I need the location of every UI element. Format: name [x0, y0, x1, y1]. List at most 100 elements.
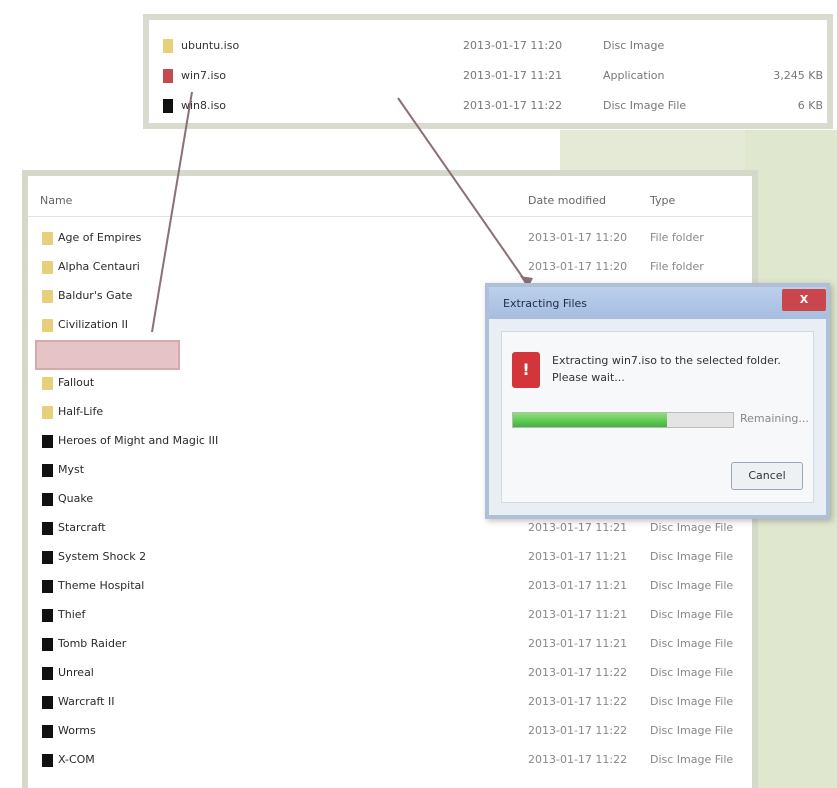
item-name: Tomb Raider: [58, 637, 127, 650]
item-type: Disc Image File: [650, 666, 734, 679]
item-name: Starcraft: [58, 521, 106, 534]
file-row[interactable]: win8.iso 2013-01-17 11:22 Disc Image Fil…: [163, 96, 823, 116]
item-type: File folder: [650, 231, 704, 244]
item-name: Half-Life: [58, 405, 104, 418]
folder-icon: [42, 290, 53, 303]
item-name: Warcraft II: [58, 695, 115, 708]
dialog-title: Extracting Files: [503, 297, 588, 310]
file-name: win7.iso: [181, 69, 227, 82]
folder-icon: [42, 261, 53, 274]
item-name: Worms: [58, 724, 96, 737]
item-type: Disc Image File: [650, 579, 734, 592]
item-type: Disc Image File: [650, 521, 734, 534]
file-icon: [42, 696, 53, 709]
file-row[interactable]: win7.iso 2013-01-17 11:21 Application 3,…: [163, 66, 823, 86]
file-icon: [42, 754, 53, 767]
file-date: 2013-01-17 11:20: [463, 39, 563, 52]
item-type: Disc Image File: [650, 724, 734, 737]
file-icon: [42, 638, 53, 651]
item-date: 2013-01-17 11:20: [528, 231, 628, 244]
file-icon: [42, 435, 53, 448]
item-type: Disc Image File: [650, 608, 734, 621]
item-date: 2013-01-17 11:21: [528, 521, 628, 534]
item-date: 2013-01-17 11:22: [528, 724, 628, 737]
file-size: 3,245 KB: [773, 69, 823, 82]
list-item[interactable]: Starcraft 2013-01-17 11:21 Disc Image File: [42, 516, 742, 542]
file-icon: [42, 667, 53, 680]
file-icon: [42, 609, 53, 622]
item-name: Thief: [58, 608, 86, 621]
file-icon: [42, 493, 53, 506]
item-date: 2013-01-17 11:21: [528, 637, 628, 650]
item-name: Unreal: [58, 666, 94, 679]
item-date: 2013-01-17 11:21: [528, 550, 628, 563]
close-icon[interactable]: X: [782, 289, 826, 311]
dialog-message: Extracting win7.iso to the selected fold…: [552, 354, 781, 384]
folder-icon: [42, 377, 53, 390]
item-date: 2013-01-17 11:20: [528, 260, 628, 273]
item-name: Civilization II: [58, 318, 128, 331]
file-icon: [42, 725, 53, 738]
item-name: Quake: [58, 492, 94, 505]
file-date: 2013-01-17 11:22: [463, 99, 563, 112]
item-type: File folder: [650, 260, 704, 273]
item-name: Fallout: [58, 376, 95, 389]
file-strip: ubuntu.iso 2013-01-17 11:20 Disc Image w…: [143, 14, 833, 129]
list-item[interactable]: Worms 2013-01-17 11:22 Disc Image File: [42, 719, 742, 745]
folder-icon: [42, 319, 53, 332]
selected-item-highlight[interactable]: [35, 340, 180, 370]
warning-icon: !: [512, 352, 540, 388]
folder-icon: [42, 406, 53, 419]
dialog-titlebar[interactable]: Extracting Files X: [489, 287, 826, 319]
file-type: Disc Image: [603, 39, 665, 52]
column-header: Name Date modified Type: [28, 176, 752, 217]
item-date: 2013-01-17 11:21: [528, 579, 628, 592]
file-name: ubuntu.iso: [181, 39, 240, 52]
file-icon: [42, 522, 53, 535]
file-icon: [163, 39, 173, 53]
item-name: Heroes of Might and Magic III: [58, 434, 219, 447]
file-icon: [42, 464, 53, 477]
extract-progress-dialog: Extracting Files X ! Extracting win7.iso…: [485, 283, 830, 519]
item-type: Disc Image File: [650, 695, 734, 708]
list-item[interactable]: System Shock 2 2013-01-17 11:21 Disc Image…: [42, 545, 742, 571]
list-item[interactable]: Warcraft II 2013-01-17 11:22 Disc Image Fi…: [42, 690, 742, 716]
item-name: Alpha Centauri: [58, 260, 140, 273]
dialog-body: ! Extracting win7.iso to the selected fo…: [501, 331, 814, 503]
list-item[interactable]: X-COM 2013-01-17 11:22 Disc Image File: [42, 748, 742, 774]
item-name: System Shock 2: [58, 550, 147, 563]
list-item[interactable]: Tomb Raider 2013-01-17 11:21 Disc Image Fi…: [42, 632, 742, 658]
column-type[interactable]: Type: [650, 194, 675, 207]
folder-icon: [42, 232, 53, 245]
column-date[interactable]: Date modified: [528, 194, 606, 207]
item-name: Age of Empires: [58, 231, 142, 244]
file-row[interactable]: ubuntu.iso 2013-01-17 11:20 Disc Image: [163, 36, 823, 56]
item-name: Baldur's Gate: [58, 289, 133, 302]
item-type: Disc Image File: [650, 550, 734, 563]
item-date: 2013-01-17 11:21: [528, 608, 628, 621]
progress-fill: [513, 413, 667, 427]
item-type: Disc Image File: [650, 637, 734, 650]
item-name: X-COM: [58, 753, 95, 766]
list-item[interactable]: Thief 2013-01-17 11:21 Disc Image File: [42, 603, 742, 629]
list-item[interactable]: Unreal 2013-01-17 11:22 Disc Image File: [42, 661, 742, 687]
item-name: Myst: [58, 463, 85, 476]
item-type: Disc Image File: [650, 753, 734, 766]
file-icon: [163, 99, 173, 113]
file-size: 6 KB: [797, 99, 823, 112]
list-item[interactable]: Theme Hospital 2013-01-17 11:21 Disc Image…: [42, 574, 742, 600]
file-icon: [42, 580, 53, 593]
item-date: 2013-01-17 11:22: [528, 753, 628, 766]
file-icon: [42, 551, 53, 564]
file-type: Application: [603, 69, 665, 82]
file-name: win8.iso: [181, 99, 227, 112]
cancel-button[interactable]: Cancel: [731, 462, 803, 490]
item-name: Theme Hospital: [58, 579, 145, 592]
file-type: Disc Image File: [603, 99, 687, 112]
column-name[interactable]: Name: [40, 194, 72, 207]
item-date: 2013-01-17 11:22: [528, 666, 628, 679]
list-item[interactable]: Age of Empires 2013-01-17 11:20 File folde…: [42, 226, 742, 252]
list-item[interactable]: Alpha Centauri 2013-01-17 11:20 File folde…: [42, 255, 742, 281]
progress-text: Remaining...: [740, 412, 809, 425]
progress-bar: [512, 412, 734, 428]
